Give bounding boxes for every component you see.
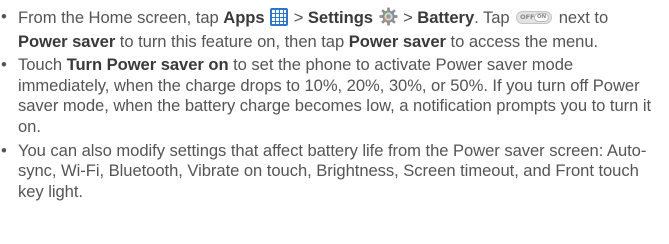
bold-term-battery: Battery (417, 8, 475, 27)
power-saver-toggle-icon: OFF ON (516, 11, 553, 24)
text: next to (554, 8, 609, 27)
text: From the Home screen, tap (18, 8, 224, 27)
document-page: • From the Home screen, tap Apps > Setti… (0, 0, 669, 244)
list-item: • From the Home screen, tap Apps > Setti… (0, 7, 661, 52)
bold-term-power-saver: Power saver (18, 31, 116, 51)
toggle-off-label: OFF (520, 13, 535, 21)
bold-term-power-saver: Power saver (348, 31, 446, 51)
list-item: • You can also modify settings that affe… (0, 141, 661, 203)
text: > (398, 8, 418, 27)
text: > (289, 8, 308, 27)
bullet: • (1, 140, 7, 160)
text: . Tap (474, 8, 515, 27)
toggle-on-label: ON (534, 13, 550, 22)
text: to access the menu. (445, 31, 599, 51)
list-item: • Touch Turn Power saver on to set the p… (0, 55, 661, 137)
instruction-list: • From the Home screen, tap Apps > Setti… (0, 7, 661, 202)
bold-term-turn-power-saver-on: Turn Power saver on (66, 55, 229, 75)
settings-gear-icon (379, 7, 398, 32)
bold-term-apps: Apps (223, 8, 265, 27)
text: to turn this feature on, then tap (115, 31, 349, 51)
bullet: • (1, 55, 7, 75)
bold-term-settings: Settings (307, 8, 373, 27)
text: Touch (18, 55, 67, 75)
apps-grid-icon (270, 8, 289, 32)
text: You can also modify settings that affect… (18, 140, 647, 201)
bullet: • (1, 7, 7, 26)
